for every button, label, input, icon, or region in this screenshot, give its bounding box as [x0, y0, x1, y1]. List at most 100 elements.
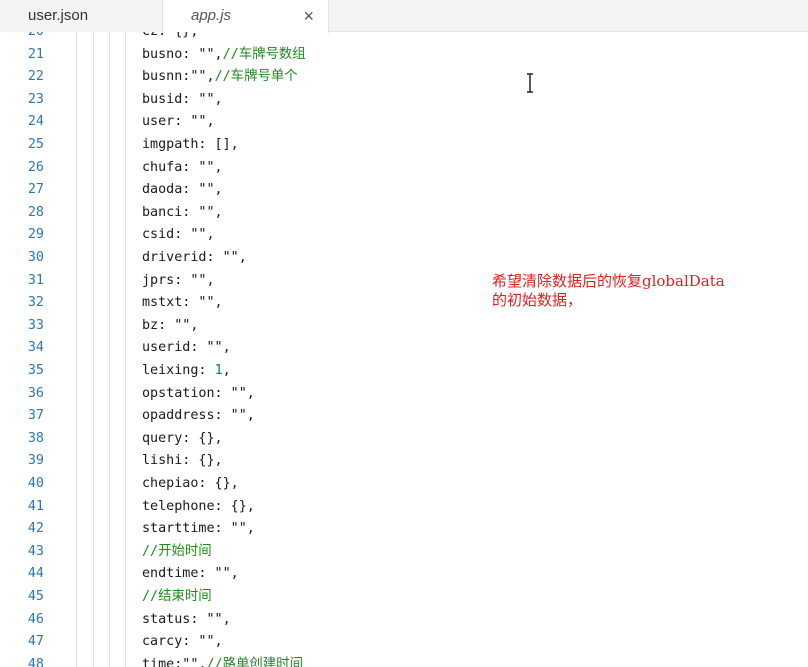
- line-number: 29: [27, 227, 44, 243]
- code-token: endtime: "",: [142, 566, 239, 582]
- code-text: daoda: "",: [142, 179, 223, 202]
- code-line: 25 imgpath: [],: [0, 134, 808, 157]
- code-line: 40 chepiao: {},: [0, 473, 808, 496]
- code-line: 48 time:"",//路单创建时间: [0, 654, 808, 667]
- tab-user-json[interactable]: user.json: [0, 0, 163, 32]
- line-number: 31: [27, 272, 44, 288]
- number-literal: 1: [214, 362, 223, 378]
- line-number: 32: [27, 295, 44, 311]
- code-text: //开始时间: [142, 541, 212, 564]
- code-line: 44 endtime: "",: [0, 563, 808, 586]
- line-number: 30: [27, 249, 44, 265]
- code-token: time:"",: [142, 656, 207, 667]
- code-token: chepiao: {},: [142, 475, 239, 491]
- line-number: 41: [27, 498, 44, 514]
- code-line: 29 csid: "",: [0, 224, 808, 247]
- line-number: 44: [27, 566, 44, 582]
- code-line: 30 driverid: "",: [0, 247, 808, 270]
- line-number: 34: [27, 340, 44, 356]
- code-comment: //车牌号数组: [222, 46, 306, 62]
- tab-user-json-label: user.json: [28, 7, 89, 24]
- line-number: 35: [27, 362, 44, 378]
- code-text: bz: "",: [142, 315, 198, 338]
- line-number: 42: [27, 521, 44, 537]
- code-token: user: "",: [142, 114, 215, 130]
- line-number: 45: [27, 588, 44, 604]
- tab-app-js-label: app.js: [191, 7, 232, 24]
- code-line: 39 lishi: {},: [0, 450, 808, 473]
- code-token-suffix: ,: [222, 362, 231, 378]
- code-line: 22 busnn:"",//车牌号单个: [0, 66, 808, 89]
- code-line: 28 banci: "",: [0, 202, 808, 225]
- code-line: 37 opaddress: "",: [0, 405, 808, 428]
- code-text: chepiao: {},: [142, 473, 239, 496]
- code-token: busnn:"",: [142, 69, 215, 85]
- code-token: csid: "",: [142, 227, 215, 243]
- code-line: 47 carcy: "",: [0, 631, 808, 654]
- line-number: 22: [27, 69, 44, 85]
- code-text: mstxt: "",: [142, 292, 223, 315]
- code-line: 24 user: "",: [0, 111, 808, 134]
- code-token: mstxt: "",: [142, 295, 223, 311]
- code-token: busno: "",: [142, 46, 223, 62]
- code-token: userid: "",: [142, 340, 231, 356]
- code-text: //结束时间: [142, 586, 212, 609]
- code-token: busid: "",: [142, 91, 223, 107]
- code-line: 42 starttime: "",: [0, 518, 808, 541]
- code-line-partial: 20 cz: {},: [0, 32, 808, 44]
- code-token: telephone: {},: [142, 498, 255, 514]
- code-text: chufa: "",: [142, 157, 223, 180]
- code-editor[interactable]: 20 cz: {}, 21 busno: "",//车牌号数组 22 busnn:""…: [0, 32, 808, 667]
- code-comment: //结束时间: [142, 588, 212, 604]
- text-cursor-icon: [527, 73, 533, 93]
- code-token: driverid: "",: [142, 249, 247, 265]
- line-number: 46: [27, 611, 44, 627]
- code-text: user: "",: [142, 111, 215, 134]
- annotation-note: 希望清除数据后的恢复globalData 的初始数据，: [492, 272, 725, 309]
- code-text: leixing: 1,: [142, 360, 231, 383]
- code-comment: //车牌号单个: [214, 69, 298, 85]
- tab-app-js[interactable]: app.js ×: [163, 0, 329, 33]
- code-text: opaddress: "",: [142, 405, 255, 428]
- editor-tab-bar: user.json app.js ×: [0, 0, 808, 33]
- close-icon[interactable]: ×: [303, 0, 314, 32]
- code-text: userid: "",: [142, 337, 231, 360]
- line-number: 38: [27, 430, 44, 446]
- code-token: daoda: "",: [142, 182, 223, 198]
- code-text: opstation: "",: [142, 383, 255, 406]
- line-number: 36: [27, 385, 44, 401]
- code-text: time:"",//路单创建时间: [142, 654, 303, 667]
- code-token: query: {},: [142, 430, 223, 446]
- code-text: starttime: "",: [142, 518, 255, 541]
- code-text: imgpath: [],: [142, 134, 239, 157]
- code-line: 33 bz: "",: [0, 315, 808, 338]
- code-line: 34 userid: "",: [0, 337, 808, 360]
- code-token: imgpath: [],: [142, 136, 239, 152]
- code-text: banci: "",: [142, 202, 223, 225]
- code-text: status: "",: [142, 609, 231, 632]
- line-number: 20: [0, 32, 44, 44]
- code-token: chufa: "",: [142, 159, 223, 175]
- code-text: busnn:"",//车牌号单个: [142, 66, 298, 89]
- line-number: 39: [27, 453, 44, 469]
- code-line: 27 daoda: "",: [0, 179, 808, 202]
- line-number: 37: [27, 408, 44, 424]
- code-line: 43 //开始时间: [0, 541, 808, 564]
- line-number: 48: [27, 656, 44, 667]
- code-token: jprs: "",: [142, 272, 215, 288]
- code-token: leixing:: [142, 362, 215, 378]
- code-token: bz: "",: [142, 317, 199, 333]
- code-token: lishi: {},: [142, 453, 223, 469]
- code-line: 46 status: "",: [0, 609, 808, 632]
- line-number: 28: [27, 204, 44, 220]
- line-number: 25: [27, 136, 44, 152]
- code-text: cz: {},: [142, 32, 198, 44]
- code-line: 36 opstation: "",: [0, 383, 808, 406]
- code-text: busno: "",//车牌号数组: [142, 44, 306, 67]
- line-number: 40: [27, 475, 44, 491]
- line-number: 27: [27, 182, 44, 198]
- code-line: 21 busno: "",//车牌号数组: [0, 44, 808, 67]
- code-line: 45 //结束时间: [0, 586, 808, 609]
- line-number: 26: [27, 159, 44, 175]
- code-text: telephone: {},: [142, 496, 255, 519]
